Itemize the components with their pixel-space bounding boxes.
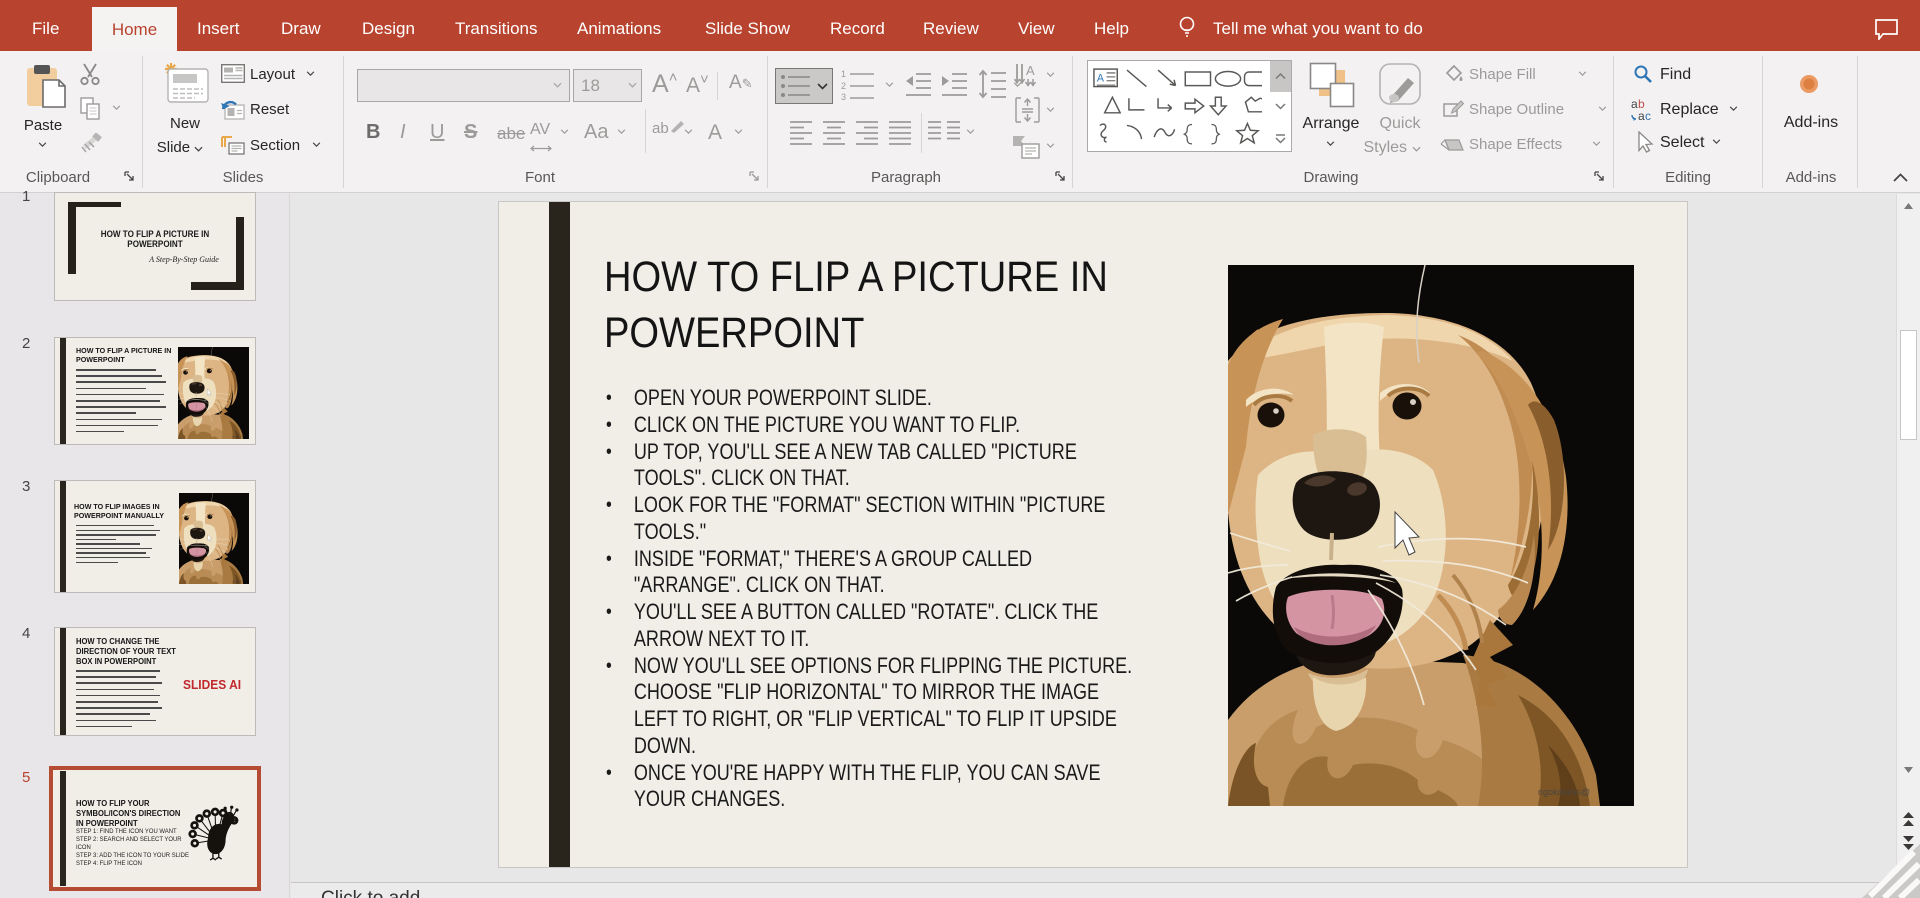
svg-text:c: c	[1645, 109, 1651, 122]
svg-text:1: 1	[841, 69, 846, 79]
svg-text:A: A	[1026, 63, 1035, 78]
svg-text:A: A	[1097, 73, 1105, 85]
svg-text:a: a	[1631, 98, 1638, 111]
svg-text:2: 2	[841, 81, 846, 91]
svg-text:3: 3	[841, 92, 846, 102]
svg-text:a: a	[1638, 109, 1645, 122]
